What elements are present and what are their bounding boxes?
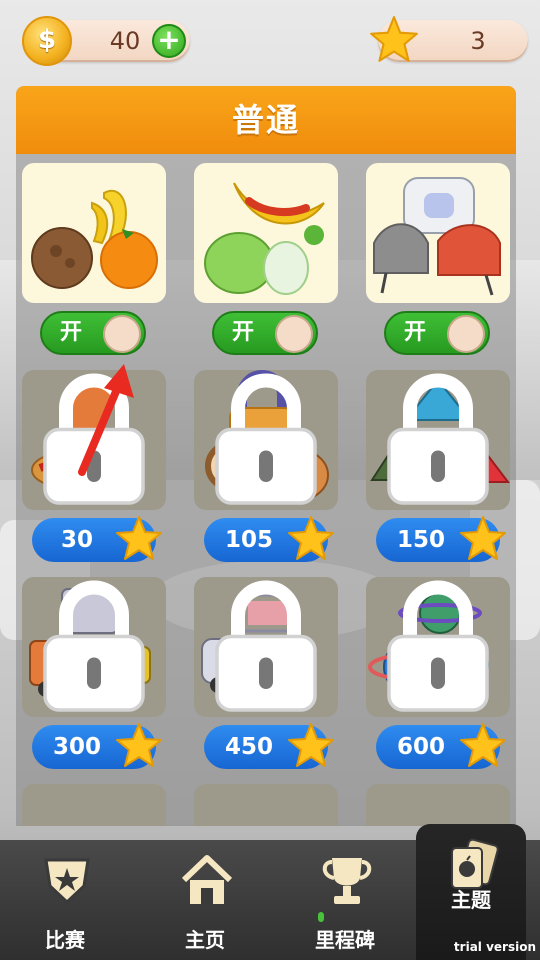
nav-label: 主题 xyxy=(451,888,491,912)
star-icon xyxy=(460,723,506,767)
theme-toggle-furniture[interactable]: 开 xyxy=(384,311,490,355)
home-icon xyxy=(181,855,233,904)
notification-dot xyxy=(318,912,324,922)
theme-card-detective[interactable] xyxy=(194,370,338,510)
star-icon xyxy=(460,516,506,560)
price-value: 300 xyxy=(52,734,101,760)
price-value: 600 xyxy=(396,734,445,760)
unlock-price-button[interactable]: 30 xyxy=(32,516,162,562)
theme-toggle-fruits[interactable]: 开 xyxy=(40,311,146,355)
nav-label: 比赛 xyxy=(45,928,85,952)
coin-icon: $ xyxy=(22,16,72,66)
star-count: 3 xyxy=(470,27,486,55)
theme-card-space[interactable] xyxy=(366,577,510,717)
lock-icon xyxy=(387,373,489,505)
theme-card-partial[interactable] xyxy=(22,784,166,826)
star-icon xyxy=(370,16,418,62)
fruits-icon xyxy=(31,189,158,289)
nav-item-home[interactable]: 主页 xyxy=(150,840,260,960)
toggle-label: 开 xyxy=(60,320,83,345)
price-value: 30 xyxy=(60,527,93,553)
price-value: 150 xyxy=(396,527,445,553)
furniture-icon xyxy=(373,177,501,296)
theme-card-vehicles[interactable] xyxy=(194,577,338,717)
theme-card-partial[interactable] xyxy=(366,784,510,826)
price-value: 105 xyxy=(224,527,273,553)
star-icon xyxy=(116,723,162,767)
toggle-label: 开 xyxy=(232,320,255,345)
panel-title: 普通 xyxy=(16,86,516,154)
toggle-knob xyxy=(103,315,141,353)
tutorial-arrow-icon xyxy=(78,364,134,476)
lock-icon xyxy=(387,580,489,712)
nav-label: 主页 xyxy=(185,928,225,952)
trophy-icon xyxy=(322,858,372,904)
toggle-label: 开 xyxy=(404,320,427,345)
star-icon xyxy=(288,516,334,560)
price-value: 450 xyxy=(224,734,273,760)
theme-card-partial[interactable] xyxy=(194,784,338,826)
trophy-badge-icon xyxy=(44,858,90,905)
add-coins-button[interactable]: + xyxy=(152,24,186,58)
star-icon xyxy=(116,516,162,560)
nav-label: 里程碑 xyxy=(315,928,375,952)
unlock-price-button[interactable]: 450 xyxy=(204,723,334,769)
theme-card-vegetables[interactable] xyxy=(194,163,338,303)
lock-icon xyxy=(215,580,317,712)
lock-icon xyxy=(215,373,317,505)
unlock-price-button[interactable]: 150 xyxy=(376,516,506,562)
theme-card-fruits[interactable] xyxy=(22,163,166,303)
star-counter: 3 xyxy=(370,16,528,62)
lock-icon xyxy=(43,580,145,712)
nav-item-milestones[interactable]: 里程碑 xyxy=(290,840,400,960)
vegetables-icon xyxy=(204,182,325,295)
theme-card-furniture[interactable] xyxy=(366,163,510,303)
trial-watermark: trial version xyxy=(453,940,536,954)
theme-card-camping[interactable] xyxy=(366,370,510,510)
theme-card-food-trucks[interactable] xyxy=(22,577,166,717)
unlock-price-button[interactable]: 600 xyxy=(376,723,506,769)
theme-toggle-vegetables[interactable]: 开 xyxy=(212,311,318,355)
toggle-knob xyxy=(447,315,485,353)
unlock-price-button[interactable]: 300 xyxy=(32,723,162,769)
star-icon xyxy=(288,723,334,767)
coin-counter: $ 40 + xyxy=(22,16,190,66)
unlock-price-button[interactable]: 105 xyxy=(204,516,334,562)
toggle-knob xyxy=(275,315,313,353)
nav-item-contest[interactable]: 比赛 xyxy=(10,840,120,960)
